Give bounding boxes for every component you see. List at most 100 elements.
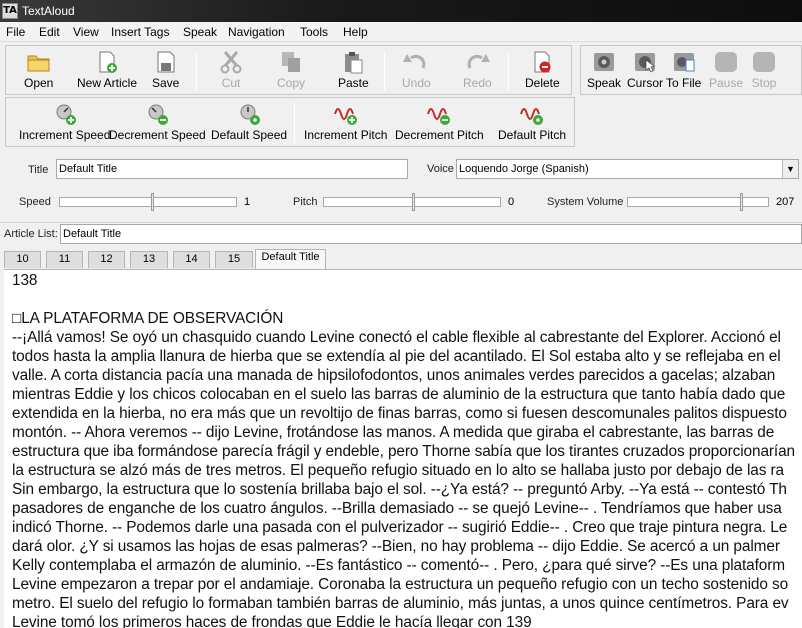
system-volume-slider[interactable] <box>627 192 769 212</box>
copy-icon <box>278 50 304 74</box>
speed-label: Speed <box>19 196 51 208</box>
paste-icon <box>340 50 366 74</box>
menu-insert-tags[interactable]: Insert Tags <box>111 25 169 39</box>
speed-slider-thumb[interactable] <box>151 193 154 211</box>
document-line: pasadores de enganche de los cuatro ángu… <box>12 500 782 517</box>
document-line: 138 <box>12 272 38 289</box>
pause-button[interactable]: Pause <box>709 50 743 90</box>
chevron-down-icon[interactable]: ▼ <box>782 160 798 178</box>
divider <box>0 222 802 223</box>
document-line: metro. El suelo del refugio lo formaban … <box>12 595 789 612</box>
article-list-field[interactable]: Default Title <box>60 224 802 244</box>
menu-file[interactable]: File <box>6 25 25 39</box>
document-line: la estructura se alzó más de tres metros… <box>12 462 784 479</box>
to-file-button[interactable]: To File <box>666 50 701 90</box>
toolbar-separator <box>384 51 385 91</box>
tab-11[interactable]: 11 <box>46 251 83 268</box>
title-bar: TA TextAloud <box>0 0 802 22</box>
pitch-label: Pitch <box>293 196 318 208</box>
document-line: --¡Allá vamos! Se oyó un chasquido cuand… <box>12 329 781 346</box>
undo-icon <box>403 50 429 74</box>
open-folder-icon <box>26 50 52 74</box>
default-pitch-button[interactable]: Default Pitch <box>498 102 566 142</box>
redo-button[interactable]: Redo <box>463 50 492 90</box>
speed-up-icon <box>52 102 78 126</box>
redo-icon <box>464 50 491 74</box>
volume-slider-thumb[interactable] <box>740 193 743 211</box>
document-line: Sin embargo, la estructura que lo sosten… <box>12 481 787 498</box>
system-volume-label: System Volume <box>547 196 624 208</box>
speed-value: 1 <box>244 196 251 208</box>
default-speed-button[interactable]: Default Speed <box>211 102 287 142</box>
pause-icon <box>713 50 739 74</box>
document-line: dará olor. ¿Y si usamos las hojas de esa… <box>12 538 780 555</box>
document-line: montón. -- Ahora veremos -- dijo Levine,… <box>12 424 775 441</box>
speed-slider[interactable] <box>59 192 237 212</box>
delete-icon <box>529 50 555 74</box>
pitch-slider[interactable] <box>323 192 501 212</box>
menu-tools[interactable]: Tools <box>300 25 328 39</box>
document-line: □LA PLATAFORMA DE OBSERVACIÓN <box>12 310 284 327</box>
toolbar-separator <box>294 103 295 143</box>
tab-14[interactable]: 14 <box>173 251 210 268</box>
main-toolbar: Open New Article Save Cut Copy Paste Und… <box>5 45 572 95</box>
cursor-button[interactable]: Cursor <box>627 50 663 90</box>
speak-button[interactable]: Speak <box>587 50 621 90</box>
speed-slider-track <box>59 197 237 207</box>
tab-13[interactable]: 13 <box>130 251 168 268</box>
document-line: estructura que iba formándose parecía fr… <box>12 443 796 460</box>
article-list-label: Article List: <box>4 228 58 240</box>
voice-select[interactable]: Loquendo Jorge (Spanish) ▼ <box>456 159 799 179</box>
document-line: extendida en la hierba, no era más que u… <box>12 405 787 422</box>
cut-button[interactable]: Cut <box>218 50 244 90</box>
tab-default-title[interactable]: Default Title <box>255 249 326 269</box>
title-label: Title <box>28 164 49 176</box>
speak-toolbar: Speak Cursor To File Pause Stop <box>580 45 802 95</box>
document-line: todos hasta la amplia llanura de hierba … <box>12 348 781 365</box>
article-tabs: 10 11 12 13 14 15 Default Title <box>4 249 802 269</box>
tab-12[interactable]: 12 <box>88 251 125 268</box>
speaker-file-icon <box>671 50 697 74</box>
system-volume-value: 207 <box>776 196 795 208</box>
document-line: Kelly contemplaba el armazón de aluminio… <box>12 557 786 574</box>
scissors-icon <box>218 50 244 74</box>
speaker-icon <box>591 50 617 74</box>
delete-button[interactable]: Delete <box>525 50 560 90</box>
decrement-pitch-button[interactable]: Decrement Pitch <box>395 102 484 142</box>
tab-15[interactable]: 15 <box>215 251 253 268</box>
menu-help[interactable]: Help <box>343 25 368 39</box>
speed-default-icon <box>236 102 262 126</box>
paste-button[interactable]: Paste <box>338 50 369 90</box>
toolbar-separator <box>196 51 197 91</box>
tab-10[interactable]: 10 <box>4 251 41 268</box>
stop-icon <box>751 50 777 74</box>
copy-button[interactable]: Copy <box>277 50 305 90</box>
document-line: mientras Eddie y los chicos colocaban en… <box>12 386 786 403</box>
document-line: indicó Thorne. -- Podemos darle una pasa… <box>12 519 788 536</box>
app-icon: TA <box>2 3 18 19</box>
menu-navigation[interactable]: Navigation <box>228 25 285 39</box>
save-icon <box>153 50 179 74</box>
open-button[interactable]: Open <box>24 50 53 90</box>
voice-toolbar: Increment Speed Decrement Speed Default … <box>5 97 575 147</box>
document-editor[interactable]: 138 □LA PLATAFORMA DE OBSERVACIÓN --¡All… <box>4 269 802 628</box>
new-document-icon <box>94 50 120 74</box>
menu-speak[interactable]: Speak <box>183 25 217 39</box>
pitch-value: 0 <box>508 196 515 208</box>
increment-pitch-button[interactable]: Increment Pitch <box>304 102 387 142</box>
increment-speed-button[interactable]: Increment Speed <box>19 102 110 142</box>
menu-edit[interactable]: Edit <box>39 25 60 39</box>
pitch-slider-thumb[interactable] <box>412 193 415 211</box>
title-input[interactable]: Default Title <box>56 159 408 179</box>
menu-view[interactable]: View <box>73 25 99 39</box>
speaker-cursor-icon <box>632 50 658 74</box>
stop-button[interactable]: Stop <box>751 50 777 90</box>
pitch-up-icon <box>333 102 359 126</box>
voice-selected-value: Loquendo Jorge (Spanish) <box>459 163 589 175</box>
speed-down-icon <box>144 102 170 126</box>
undo-button[interactable]: Undo <box>402 50 431 90</box>
pitch-default-icon <box>519 102 545 126</box>
new-article-button[interactable]: New Article <box>77 50 137 90</box>
save-button[interactable]: Save <box>152 50 179 90</box>
decrement-speed-button[interactable]: Decrement Speed <box>109 102 206 142</box>
